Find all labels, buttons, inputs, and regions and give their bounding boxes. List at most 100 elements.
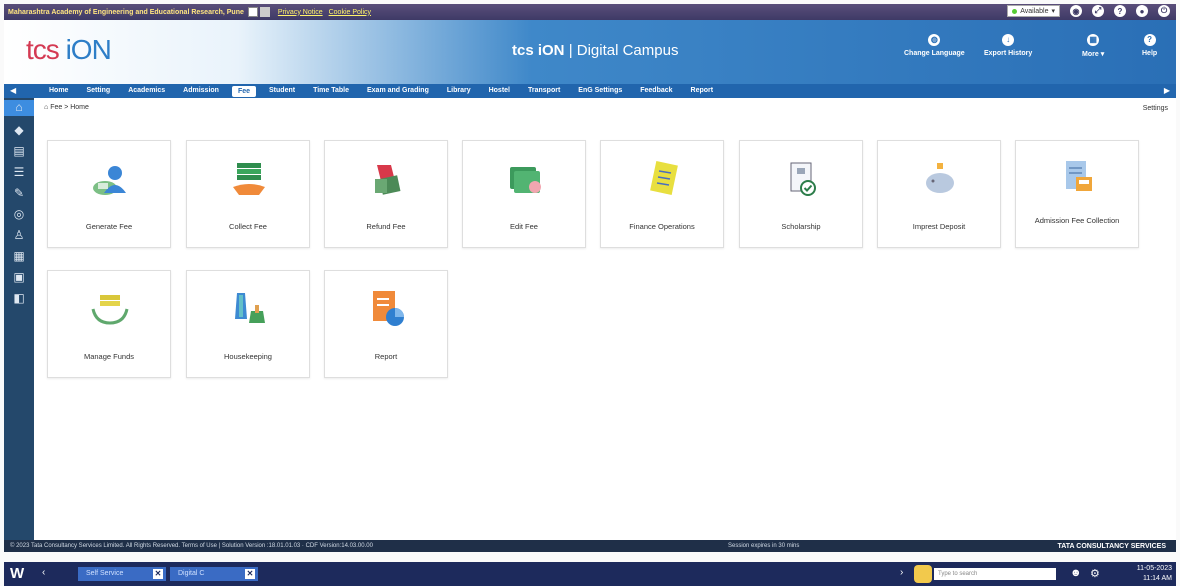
close-icon[interactable]: ✕ — [245, 569, 255, 579]
change-language-label: Change Language — [904, 50, 965, 57]
notification-icon[interactable]: ● — [1136, 5, 1148, 17]
camera-icon[interactable]: ◉ — [1070, 5, 1082, 17]
tile-imprest-deposit[interactable]: Imprest Deposit — [877, 140, 1001, 248]
target-icon[interactable]: ◎ — [12, 207, 26, 221]
nav-home[interactable]: Home — [40, 84, 77, 98]
taskbar-search-input[interactable]: Type to search — [934, 568, 1056, 580]
nav-transport[interactable]: Transport — [519, 84, 569, 98]
tile-scholarship[interactable]: Scholarship — [739, 140, 863, 248]
cookie-policy-link[interactable]: Cookie Policy — [329, 9, 371, 16]
settings-link[interactable]: Settings — [1143, 105, 1168, 112]
logo-ion-text: iON — [65, 34, 112, 65]
nav-right-arrow-icon[interactable]: ▶ — [1164, 86, 1170, 95]
export-history-label: Export History — [984, 50, 1033, 57]
nav-library[interactable]: Library — [438, 84, 480, 98]
more-button[interactable]: ▦ More ▾ — [1082, 34, 1104, 58]
nav-academics[interactable]: Academics — [119, 84, 174, 98]
tile-admission-fee-collection[interactable]: Admission Fee Collection — [1015, 140, 1139, 248]
nav-time-table[interactable]: Time Table — [304, 84, 358, 98]
chevron-down-icon: ▾ — [1100, 51, 1105, 58]
home-icon[interactable]: ⌂ — [4, 100, 34, 116]
nav-exam-grading[interactable]: Exam and Grading — [358, 84, 438, 98]
help-button[interactable]: ? Help — [1142, 34, 1157, 57]
app-window: Maharashtra Academy of Engineering and E… — [0, 0, 1180, 586]
availability-select[interactable]: Available ▾ — [1007, 5, 1060, 17]
system-clock[interactable]: 11-05-2023 11:14 AM — [1137, 564, 1172, 584]
nav-fee[interactable]: Fee — [231, 85, 257, 97]
tab-label: Self Service — [86, 570, 124, 577]
start-logo-icon[interactable]: W — [10, 565, 32, 583]
chevron-down-icon: ▾ — [1051, 8, 1055, 15]
broom-icon — [235, 293, 265, 323]
help-label: Help — [1142, 50, 1158, 57]
tile-label: Edit Fee — [510, 222, 538, 231]
status-dot-icon — [1012, 8, 1018, 14]
tile-generate-fee[interactable]: Generate Fee — [47, 140, 171, 248]
tile-report[interactable]: Report — [324, 270, 448, 378]
copyright-text: © 2023 Tata Consultancy Services Limited… — [10, 543, 373, 549]
list-icon[interactable]: ☰ — [12, 165, 26, 179]
collect-fee-icon — [233, 163, 265, 195]
more-label: More — [1082, 51, 1099, 58]
chart-icon[interactable]: ◧ — [12, 291, 26, 305]
taskbar-tab-digital-campus[interactable]: Digital C ✕ — [170, 567, 258, 581]
taskbar-tab-self-service[interactable]: Self Service ✕ — [78, 567, 166, 581]
main-nav: ◀ Home Setting Academics Admission Fee S… — [4, 84, 1176, 98]
home-small-icon[interactable]: ⌂ — [44, 104, 48, 111]
book-icon[interactable]: ▤ — [12, 144, 26, 158]
tile-manage-funds[interactable]: Manage Funds — [47, 270, 171, 378]
globe-icon: ◍ — [928, 34, 941, 46]
export-history-button[interactable]: ↓ Export History — [984, 34, 1032, 57]
nav-admission[interactable]: Admission — [174, 84, 228, 98]
edit-fee-icon — [510, 167, 541, 193]
expand-icon[interactable]: ⤢ — [1092, 5, 1104, 17]
nav-hostel[interactable]: Hostel — [480, 84, 519, 98]
nav-report[interactable]: Report — [682, 84, 723, 98]
close-icon[interactable]: ✕ — [153, 569, 163, 579]
report-icon — [373, 291, 404, 326]
tile-refund-fee[interactable]: Refund Fee — [324, 140, 448, 248]
back-arrow-icon[interactable]: ‹ — [42, 567, 45, 578]
tile-label: Imprest Deposit — [912, 222, 966, 231]
expand-arrow-icon[interactable]: › — [900, 567, 903, 578]
nav-left-arrow-icon[interactable]: ◀ — [10, 86, 16, 95]
grid-icon[interactable]: ▦ — [12, 249, 26, 263]
people-icon[interactable]: ☻ — [1070, 567, 1082, 579]
privacy-notice-link[interactable]: Privacy Notice — [278, 9, 323, 16]
pencil-icon[interactable]: ✎ — [12, 186, 26, 200]
users-icon[interactable]: ◆ — [12, 123, 26, 137]
calendar-icon[interactable]: ▣ — [12, 270, 26, 284]
clock-time: 11:14 AM — [1142, 575, 1172, 582]
power-icon[interactable]: ⏻ — [1158, 5, 1170, 17]
tile-label: Manage Funds — [83, 352, 135, 361]
person-icon[interactable]: ♙ — [12, 228, 26, 242]
title-brand: tcs iON — [512, 42, 565, 59]
nav-eng-settings[interactable]: EnG Settings — [569, 84, 631, 98]
tab-label: Digital C — [178, 570, 205, 577]
tile-edit-fee[interactable]: Edit Fee — [462, 140, 586, 248]
nav-student[interactable]: Student — [260, 84, 304, 98]
user-icon[interactable] — [247, 7, 258, 17]
nav-feedback[interactable]: Feedback — [631, 84, 681, 98]
help-icon: ? — [1143, 34, 1156, 46]
sidebar: ⌂ ◆ ▤ ☰ ✎ ◎ ♙ ▦ ▣ ◧ — [4, 98, 34, 540]
tcs-brand-text: TATA CONSULTANCY SERVICES — [1057, 542, 1166, 550]
change-language-button[interactable]: ◍ Change Language — [904, 34, 965, 57]
nav-setting[interactable]: Setting — [77, 84, 119, 98]
apps-icon[interactable] — [259, 7, 270, 17]
settings-gear-icon[interactable]: ⚙ — [1090, 567, 1100, 580]
refund-fee-icon — [375, 165, 401, 195]
tile-finance-operations[interactable]: Finance Operations — [600, 140, 724, 248]
page-title: tcs iON | Digital Campus — [512, 42, 678, 59]
breadcrumb-text[interactable]: Fee > Home — [50, 104, 89, 111]
main-content: ⌂ Fee > Home Settings Generate Fee Colle… — [34, 98, 1176, 540]
tile-housekeeping[interactable]: Housekeeping — [186, 270, 310, 378]
tile-label: Housekeeping — [224, 352, 272, 361]
assistant-icon[interactable] — [914, 565, 932, 583]
help-icon[interactable]: ? — [1114, 5, 1126, 17]
tile-collect-fee[interactable]: Collect Fee — [186, 140, 310, 248]
piggy-bank-icon — [926, 163, 954, 193]
footer: © 2023 Tata Consultancy Services Limited… — [4, 540, 1176, 552]
generate-fee-icon — [93, 166, 126, 195]
tcs-ion-logo[interactable]: tcs iON — [26, 34, 112, 66]
